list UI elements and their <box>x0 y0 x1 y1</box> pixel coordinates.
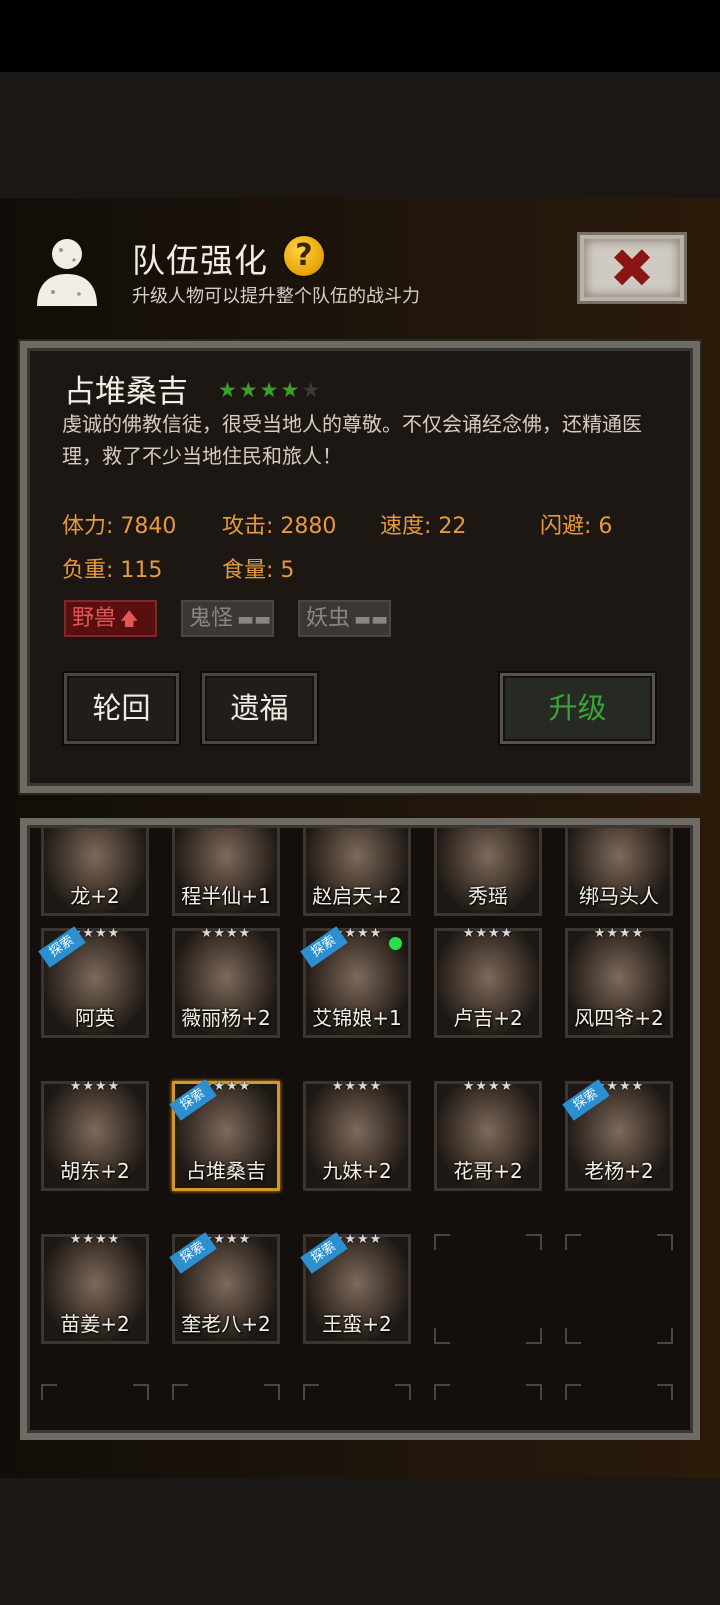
card-name: 艾锦娘+1 <box>312 1006 402 1030</box>
empty-slot <box>41 1384 149 1432</box>
user-silhouette-icon <box>37 239 97 306</box>
card-stars: ★★★★ <box>69 1079 121 1094</box>
tag-insect: 妖虫 ▬▬ <box>298 600 391 637</box>
character-card[interactable]: ★★★★ 苗姜+2 <box>41 1232 149 1344</box>
empty-slot <box>434 1234 542 1344</box>
character-card[interactable]: ★★★★ 探索 奎老八+2 <box>169 1232 280 1344</box>
empty-slot <box>434 1384 542 1432</box>
close-button[interactable]: ✖ <box>577 232 687 304</box>
card-name: 九妹+2 <box>322 1159 392 1183</box>
stat-food: 食量: 5 <box>222 558 295 583</box>
character-card[interactable]: ★★★★ 薇丽杨+2 <box>172 926 280 1038</box>
star-filled-icons: ★★★★ <box>218 378 302 402</box>
card-name: 王蛮+2 <box>322 1312 392 1336</box>
card-stars: ★★★★ <box>462 926 514 941</box>
legacy-button[interactable]: 遗福 <box>202 673 317 744</box>
character-card[interactable]: ★★★★ 花哥+2 <box>434 1079 542 1191</box>
notification-dot-icon <box>389 937 402 950</box>
empty-slot <box>172 1384 280 1432</box>
card-name: 秀瑶 <box>468 884 508 908</box>
tag-ghost: 鬼怪 ▬▬ <box>181 600 274 637</box>
star-empty-icon: ★ <box>301 378 323 402</box>
empty-slot <box>303 1384 411 1432</box>
card-name: 薇丽杨+2 <box>181 1006 271 1030</box>
character-card[interactable]: 赵启天+2 <box>303 828 411 916</box>
character-card[interactable]: ★★★★ 探索 老杨+2 <box>562 1079 673 1191</box>
arrow-up-icon: 🡅 <box>120 609 139 630</box>
empty-slot <box>565 1234 673 1344</box>
reincarnate-button[interactable]: 轮回 <box>64 673 179 744</box>
character-card[interactable]: ★★★★ 探索 艾锦娘+1 <box>300 926 411 1038</box>
card-name: 花哥+2 <box>453 1159 523 1183</box>
card-name: 风四爷+2 <box>574 1006 664 1030</box>
character-card[interactable]: ★★★★ 胡东+2 <box>41 1079 149 1191</box>
stat-speed: 速度: 22 <box>380 514 467 539</box>
card-name: 占堆桑吉 <box>186 1159 266 1183</box>
dash-icon: ▬▬ <box>237 609 272 630</box>
roster-grid[interactable]: 龙+2 程半仙+1 赵启天+2 秀瑶 绑马头人 ★★★★ 探索 阿英 ★★★★ 薇丽杨… <box>27 828 693 1432</box>
page-title: 队伍强化 <box>132 241 268 280</box>
card-name: 卢吉+2 <box>453 1006 523 1030</box>
character-card[interactable]: ★★★★ 探索 阿英 <box>38 926 149 1038</box>
top-backdrop <box>0 72 720 198</box>
card-name: 绑马头人 <box>579 884 659 908</box>
stat-attack: 攻击: 2880 <box>222 514 337 539</box>
card-stars: ★★★★ <box>331 1079 383 1094</box>
card-name: 奎老八+2 <box>181 1312 271 1336</box>
tag-beast: 野兽 🡅 <box>64 600 157 637</box>
character-card[interactable]: ★★★★ 九妹+2 <box>303 1079 411 1191</box>
tag-label: 妖虫 <box>306 606 351 631</box>
tag-label: 野兽 <box>72 606 117 631</box>
bottom-backdrop <box>0 1478 720 1605</box>
character-card[interactable]: 绑马头人 <box>565 828 673 916</box>
stat-dodge: 闪避: 6 <box>540 514 613 539</box>
card-name: 老杨+2 <box>584 1159 654 1183</box>
card-name: 赵启天+2 <box>312 884 402 908</box>
card-stars: ★★★★ <box>69 1232 121 1247</box>
stat-load: 负重: 115 <box>62 558 163 583</box>
character-name: 占堆桑吉 <box>64 374 188 410</box>
help-icon[interactable]: ? <box>284 236 324 276</box>
character-card[interactable]: ★★★★ 风四爷+2 <box>565 926 673 1038</box>
card-stars: ★★★★ <box>462 1079 514 1094</box>
dash-icon: ▬▬ <box>354 609 389 630</box>
card-name: 程半仙+1 <box>181 884 271 908</box>
status-bar <box>0 0 720 72</box>
character-description: 虔诚的佛教信徒，很受当地人的尊敬。不仅会诵经念佛，还精通医理，救了不少当地住民和… <box>62 412 642 468</box>
card-stars: ★★★★ <box>593 926 645 941</box>
character-card[interactable]: 程半仙+1 <box>172 828 280 916</box>
page-subtitle: 升级人物可以提升整个队伍的战斗力 <box>132 286 420 307</box>
character-stars: ★★★★★ <box>218 378 322 402</box>
card-name: 龙+2 <box>70 884 120 908</box>
empty-slot <box>565 1384 673 1432</box>
card-name: 胡东+2 <box>60 1159 130 1183</box>
character-card-selected[interactable]: ★★★★ 探索 占堆桑吉 <box>169 1079 280 1191</box>
upgrade-button[interactable]: 升级 <box>500 673 655 744</box>
tag-label: 鬼怪 <box>189 606 234 631</box>
card-stars: ★★★★ <box>200 926 252 941</box>
character-card[interactable]: ★★★★ 卢吉+2 <box>434 926 542 1038</box>
character-card[interactable]: ★★★★ 探索 王蛮+2 <box>300 1232 411 1344</box>
character-card[interactable]: 龙+2 <box>41 828 149 916</box>
character-card[interactable]: 秀瑶 <box>434 828 542 916</box>
close-icon: ✖ <box>609 237 655 300</box>
card-name: 苗姜+2 <box>60 1312 130 1336</box>
stat-stamina: 体力: 7840 <box>62 514 177 539</box>
card-name: 阿英 <box>75 1006 115 1030</box>
